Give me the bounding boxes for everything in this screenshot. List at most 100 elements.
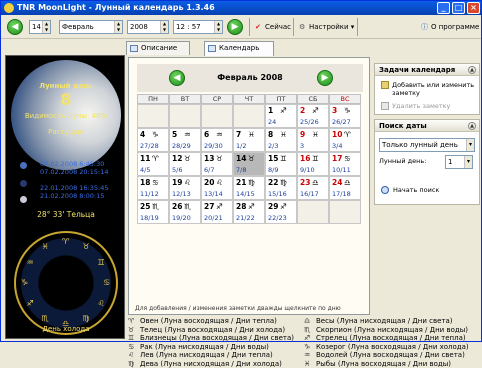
next-date-button[interactable]: ▶ [227, 19, 243, 35]
zodiac-sign-icon: ♏ [184, 202, 191, 211]
now-button[interactable]: Сейчас [265, 20, 291, 34]
calendar-day-cell[interactable]: 2 ♐ 25/26 [297, 104, 329, 128]
lunar-days: 7/8 [236, 166, 247, 174]
calendar-header: ◀ Февраль 2008 ▶ [137, 64, 363, 92]
delete-note-link[interactable]: Удалить заметку [381, 102, 477, 110]
calendar-day-cell[interactable]: 16 ♊ 9/10 [297, 152, 329, 176]
zodiac-sign-icon: ♊ [280, 154, 287, 163]
zodiac-sign-icon: ♒ [216, 130, 223, 139]
calendar-day-cell[interactable]: 13 ♉ 6/7 [201, 152, 233, 176]
calendar-hint: Для добавления / изменения заметки дважд… [135, 305, 341, 312]
calendar-day-cell[interactable]: 26 ♏ 19/20 [169, 200, 201, 224]
calendar-day-cell[interactable]: 27 ♐ 20/21 [201, 200, 233, 224]
calendar-day-cell[interactable]: 28 ♐ 21/22 [233, 200, 265, 224]
calendar-day-cell[interactable]: 10 ♈ 3/4 [329, 128, 361, 152]
calendar-day-cell[interactable]: 22 ♍ 15/16 [265, 176, 297, 200]
day-number: 14 [236, 154, 247, 163]
legend-text: Дева (Луна нисходящая / Дни холода) [140, 359, 282, 368]
calendar-day-cell[interactable]: 14 ♉ 7/8 [233, 152, 265, 176]
lunar-days: 22/23 [268, 214, 287, 222]
calendar-day-cell[interactable]: 8 ♓ 2/3 [265, 128, 297, 152]
calendar-day-cell[interactable]: 6 ♒ 29/30 [201, 128, 233, 152]
calendar-day-cell[interactable]: 4 ♑ 27/28 [137, 128, 169, 152]
lunar-days: 19/20 [172, 214, 191, 222]
tab-calendar[interactable]: Календарь [204, 41, 274, 56]
binoculars-icon [381, 186, 389, 194]
calendar-day-cell[interactable]: 21 ♍ 14/15 [233, 176, 265, 200]
lunar-days: 25/26 [300, 118, 319, 126]
calendar-day-cell[interactable]: 20 ♌ 13/14 [201, 176, 233, 200]
calendar-day-cell[interactable]: 29 ♐ 22/23 [265, 200, 297, 224]
close-button[interactable]: × [467, 2, 480, 14]
day-number: 11 [140, 154, 151, 163]
day-spinner[interactable]: 14 ▲ ▼ [29, 20, 51, 34]
tab-description[interactable]: Описание [126, 41, 190, 55]
spin-arrows-icon[interactable]: ▲ ▼ [42, 21, 50, 33]
lunar-days: 27/28 [140, 142, 159, 150]
calendar-day-cell[interactable]: 9 ♓ 3 [297, 128, 329, 152]
zodiac-sign-icon: ♌ [184, 178, 191, 187]
search-mode-select[interactable]: Только лунный день ▾ [379, 138, 475, 152]
calendar-day-cell[interactable]: 15 ♊ 8/9 [265, 152, 297, 176]
calendar-day-cell[interactable]: 1 ♐ 24 [265, 104, 297, 128]
dropdown-arrow-icon[interactable]: ▾ [466, 139, 474, 151]
zodiac-sign-icon: ♒ [184, 130, 191, 139]
zodiac-sign-icon: ♒ [26, 257, 34, 267]
calendar-day-cell[interactable]: 3 ♑ 26/27 [329, 104, 361, 128]
time-spinner[interactable]: 12 : 57 ▲ ▼ [173, 20, 223, 34]
zodiac-sign-icon: ♐ [248, 202, 255, 211]
legend-item: ♈ Овен (Луна восходящая / Дни тепла) [128, 317, 298, 325]
zodiac-sign-icon: ♏ [152, 202, 159, 211]
calendar-day-cell[interactable]: 7 ♓ 1/2 [233, 128, 265, 152]
calendar-day-cell[interactable]: 5 ♒ 28/29 [169, 128, 201, 152]
day-number: 8 [268, 130, 274, 139]
spin-arrows-icon[interactable]: ▲ ▼ [214, 21, 222, 33]
calendar-day-cell[interactable]: 12 ♉ 5/6 [169, 152, 201, 176]
day-number: 15 [268, 154, 279, 163]
month-value: Февраль [62, 23, 94, 31]
dropdown-arrow-icon[interactable]: ▾ [464, 156, 472, 168]
tasks-header[interactable]: Задачи календаря ▲ [375, 64, 479, 76]
add-note-link[interactable]: Добавить или изменить заметку [381, 81, 477, 97]
lunar-days: 10/11 [332, 166, 351, 174]
new-moon-icon [20, 180, 27, 187]
lunar-days: 29/30 [204, 142, 223, 150]
start-search-label: Начать поиск [393, 186, 440, 194]
lunar-day-select[interactable]: 1 ▾ [445, 155, 473, 169]
year-spinner[interactable]: 2008 ▲ ▼ [127, 20, 169, 34]
zodiac-sign-icon: ♑ [21, 278, 29, 287]
calendar-day-cell[interactable]: 11 ♈ 4/5 [137, 152, 169, 176]
lunar-days: 4/5 [140, 166, 151, 174]
calendar-empty-cell [169, 104, 201, 128]
day-number: 29 [268, 202, 279, 211]
spin-arrows-icon[interactable]: ▲ ▼ [114, 21, 122, 33]
calendar-day-cell[interactable]: 23 ♎ 16/17 [297, 176, 329, 200]
legend-item: ♐ Стрелец (Луна восходящая / Дни тепла) [304, 334, 474, 342]
new-moon-time: 22.01.2008 16:35:45 [40, 184, 109, 192]
minimize-button[interactable]: _ [437, 2, 450, 14]
next-month-button[interactable]: ▶ [317, 70, 333, 86]
settings-menu-button[interactable]: Настройки ▾ [309, 20, 354, 34]
zodiac-sign-icon: ♉ [82, 242, 90, 252]
legend-item: ♉ Телец (Луна восходящая / Дни холода) [128, 326, 298, 334]
calendar-day-cell[interactable]: 17 ♋ 10/11 [329, 152, 361, 176]
prev-date-button[interactable]: ◀ [7, 19, 23, 35]
zodiac-sign-icon: ♉ [128, 325, 135, 334]
full-moon-time: 21.02.2008 8:00:15 [40, 192, 105, 200]
start-search-button[interactable]: Начать поиск [381, 186, 439, 194]
search-header[interactable]: Поиск даты ▲ [375, 120, 479, 132]
legend-item: ♊ Близнецы (Луна восходящая / Дни света) [128, 334, 298, 342]
calendar-day-cell[interactable]: 18 ♋ 11/12 [137, 176, 169, 200]
zodiac-sign-icon: ♉ [184, 154, 191, 163]
calendar-day-cell[interactable]: 19 ♌ 12/13 [169, 176, 201, 200]
legend-text: Козерог (Луна восходящая / Дни холода) [316, 342, 469, 351]
collapse-icon[interactable]: ▲ [468, 66, 476, 74]
about-button[interactable]: О программе [431, 20, 479, 34]
maximize-button[interactable]: □ [452, 2, 465, 14]
spin-arrows-icon[interactable]: ▲ ▼ [160, 21, 168, 33]
calendar-day-cell[interactable]: 24 ♎ 17/18 [329, 176, 361, 200]
zodiac-sign-icon: ♑ [304, 342, 311, 351]
calendar-day-cell[interactable]: 25 ♏ 18/19 [137, 200, 169, 224]
month-spinner[interactable]: Февраль ▲ ▼ [59, 20, 123, 34]
collapse-icon[interactable]: ▲ [468, 122, 476, 130]
